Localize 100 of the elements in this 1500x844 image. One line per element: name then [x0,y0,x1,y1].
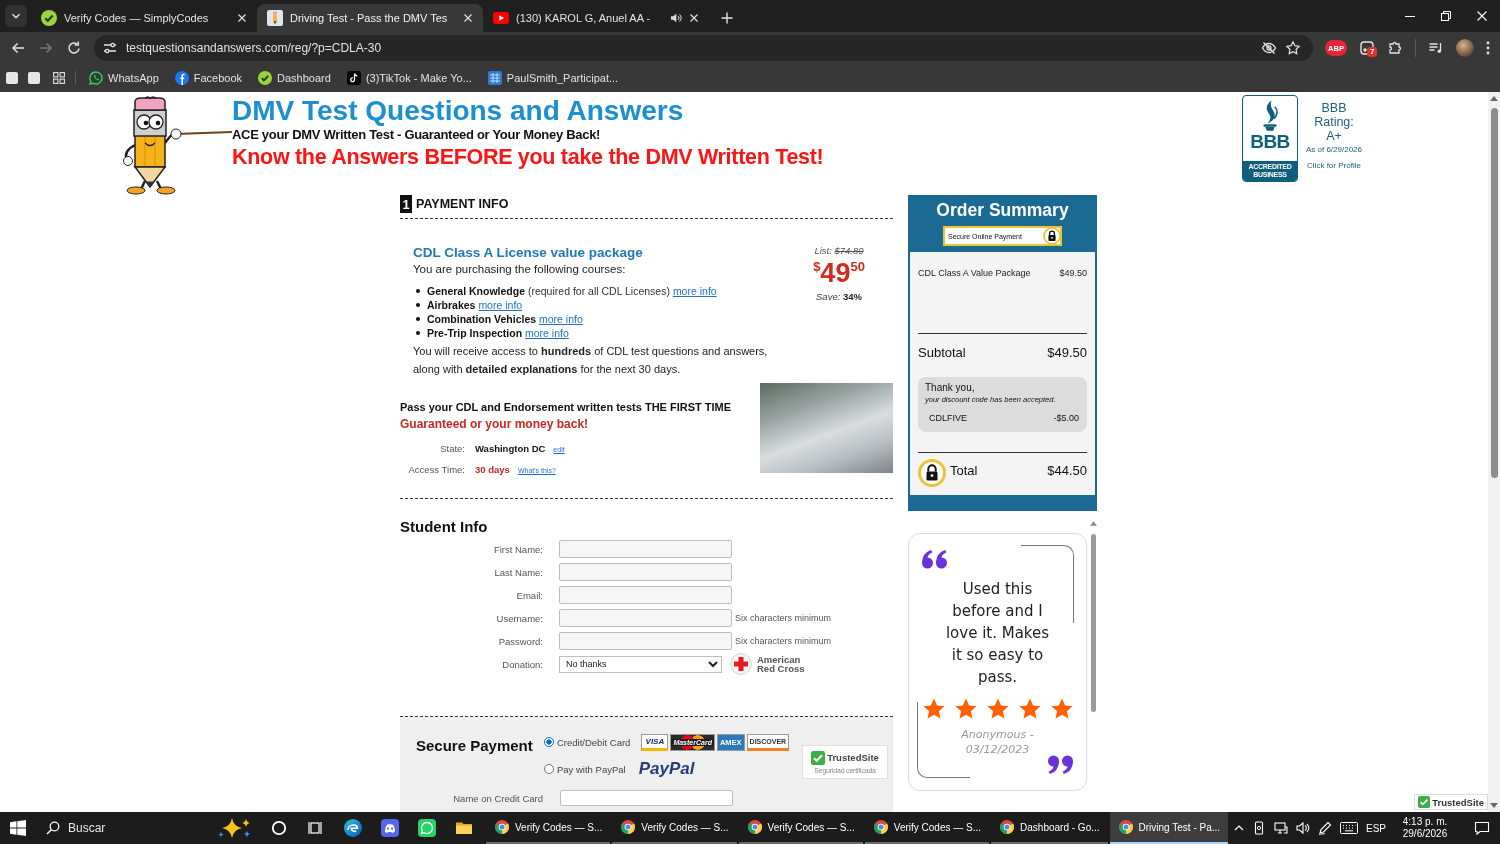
browser-tab[interactable]: Verify Codes — SimplyCodes [31,4,257,32]
site-settings-icon[interactable] [102,40,118,56]
new-tab-icon[interactable] [721,12,733,24]
chat-bubble-icon[interactable] [417,819,436,837]
notification-icon[interactable] [1474,820,1490,836]
back-icon[interactable] [10,40,26,56]
dropdown[interactable]: No thanks [559,655,722,673]
circle-logo-icon [1117,819,1134,835]
field-label: First Name: [492,543,544,555]
taskbar-button[interactable]: Dashboard - Go... [991,812,1108,844]
more-info-link[interactable]: more info [539,313,583,325]
kebab-menu-icon[interactable] [1486,40,1490,56]
taskbar-button[interactable]: Verify Codes — S... [486,812,611,844]
square-icon[interactable] [6,72,18,84]
close-icon[interactable] [463,13,473,23]
scrollbar[interactable] [1488,92,1500,812]
search-field[interactable]: Buscar [68,818,210,838]
item-name: CDL Class A Value Package [918,268,1031,280]
bookmark[interactable]: PaulSmith_Participat... [484,69,622,87]
clock-date[interactable]: 29/6/2026 [1402,828,1448,840]
more-info-link[interactable]: more info [478,299,523,311]
trust-seal[interactable]: TrustedSite [1414,794,1488,810]
more-info-link[interactable]: more info [525,327,569,339]
avatar-icon[interactable] [1456,39,1474,57]
section-title: PAYMENT INFO [416,197,509,211]
input-field[interactable] [559,540,732,558]
circle-logo-icon [620,819,637,835]
scrollbar-thumb[interactable] [1490,108,1498,478]
check-badge-icon [258,71,273,85]
input-field[interactable] [559,563,732,581]
field-hint: Six characters minimum [735,613,832,623]
profile-link[interactable]: Click for Profile [1307,161,1361,171]
headline: Know the Answers BEFORE you take the DMV Written Test! [232,144,824,171]
scroll-up-icon[interactable] [1090,521,1097,526]
address-bar[interactable]: testquestionsandanswers.com/reg/?p=CDLA-30 [94,35,1313,61]
input-field[interactable] [559,586,732,604]
swirl-logo-icon[interactable] [343,819,362,837]
music-note-icon [346,71,361,85]
course-item: General Knowledge (required for all CDL Licenses) more info [427,284,717,298]
apps-grid-icon[interactable] [53,72,65,84]
chevron-up-icon[interactable] [1234,823,1244,833]
star-icon [985,697,1010,721]
puzzle-icon[interactable] [1387,40,1403,56]
pen-icon[interactable] [1318,821,1332,835]
controller-icon[interactable] [380,819,399,837]
field-label: Donation: [501,658,544,670]
check-icon [1418,796,1431,808]
taskbar-button[interactable]: Driving Test - Pa... [1109,812,1229,844]
restore-icon[interactable] [1441,11,1451,21]
windows-logo-icon[interactable] [10,820,26,836]
input-field[interactable] [560,790,733,806]
tab-search-button[interactable] [5,5,27,27]
ring-icon[interactable] [270,820,287,836]
discount-thanks: Thank you, [925,382,976,394]
search-icon [46,821,60,835]
scroll-down-icon[interactable] [1490,803,1498,808]
keyboard-icon[interactable] [1340,822,1358,834]
input-field[interactable] [559,632,732,650]
more-info-link[interactable]: more info [672,285,717,297]
star-icon [953,697,978,721]
bookmark[interactable]: Dashboard [255,69,334,87]
scroll-up-icon[interactable] [1490,96,1498,101]
discount-code: CDLFIVE [929,413,967,424]
taskbar-button[interactable]: Verify Codes — S... [612,812,737,844]
eye-off-icon[interactable] [1261,40,1277,56]
forward-icon[interactable] [38,40,54,56]
speaker-icon[interactable] [1296,821,1310,835]
language-indicator[interactable]: ESP [1366,822,1386,834]
radio-label[interactable]: Credit/Debit Card [557,736,631,748]
bookmark[interactable]: (3)TikTok - Make Yo... [343,69,475,87]
close-icon[interactable] [689,13,699,23]
taskbar-button[interactable]: Verify Codes — S... [864,812,990,844]
browser-tab[interactable]: Driving Test - Pass the DMV Tes [257,4,483,32]
radio-button[interactable] [544,764,554,774]
bookmark-star-icon[interactable] [1285,40,1301,56]
sale-price: $^{$}$49$^{50}$ [813,258,865,288]
radio-label[interactable]: Pay with PayPal [557,763,626,775]
star-icon [921,697,946,721]
reload-icon[interactable] [66,40,82,56]
playlist-icon[interactable] [1428,40,1444,56]
field-label: Username: [495,612,544,624]
scrollbar-thumb[interactable] [1091,534,1096,712]
seal-label: TrustedSite [1432,796,1484,808]
bullet-icon [416,331,420,335]
close-icon[interactable] [237,13,247,23]
input-field[interactable] [559,609,732,627]
bookmark[interactable]: WhatsApp [86,69,162,87]
pencil-icon [267,10,283,26]
bookmark[interactable]: Facebook [171,69,246,87]
speaker-icon[interactable] [670,12,682,24]
browser-tab[interactable]: (130) KAROL G, Anuel AA - [483,4,709,32]
extension-icon[interactable] [1359,40,1375,56]
radio-button[interactable] [544,737,554,747]
round-logo-icon [174,71,189,85]
square-icon[interactable] [28,72,40,84]
taskbar-button[interactable]: Verify Codes — S... [738,812,863,844]
device-icon[interactable] [1252,821,1266,835]
task-view-icon[interactable] [307,820,324,836]
network-icon[interactable] [1274,821,1288,835]
clock-time[interactable]: 4:13 p. m. [1402,816,1448,828]
